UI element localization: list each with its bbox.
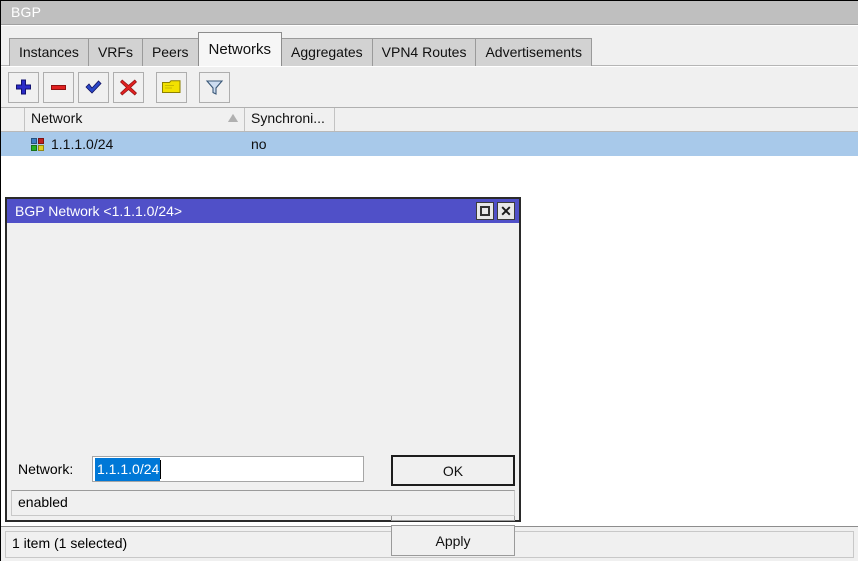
network-field-label: Network: [18,461,73,477]
plus-icon [14,78,33,97]
cell-synchronize: no [245,132,335,156]
cell-network: 1.1.1.0/24 [25,132,245,156]
tab-label: Networks [209,41,272,58]
dialog-titlebar[interactable]: BGP Network <1.1.1.0/24> ✕ [7,199,519,223]
check-icon [84,78,103,97]
tab-label: VRFs [98,44,133,60]
dialog-title: BGP Network <1.1.1.0/24> [7,203,476,219]
remove-button[interactable] [43,72,74,103]
row-gutter [1,132,25,156]
button-label: OK [443,463,463,479]
restore-button[interactable] [476,202,494,220]
dialog-body: Network: 1.1.1.0/24 Synchronize OKCancel… [7,223,519,496]
tab-peers[interactable]: Peers [142,38,199,66]
apply-button[interactable]: Apply [391,525,515,556]
column-header-synchronize-label: Synchroni... [251,110,325,126]
dialog-status-bar: enabled [11,490,515,516]
tab-advertisements[interactable]: Advertisements [475,38,591,66]
tab-networks[interactable]: Networks [198,32,283,66]
window-titlebar: BGP [1,1,858,25]
button-label: Apply [435,533,470,549]
tab-label: Aggregates [291,44,363,60]
column-header-network[interactable]: Network [25,108,245,131]
funnel-icon [205,78,224,97]
table-header-row: Network Synchroni... [1,108,858,132]
network-input-value: 1.1.1.0/24 [95,458,160,481]
add-button[interactable] [8,72,39,103]
cell-network-text: 1.1.1.0/24 [51,132,113,156]
restore-icon [480,206,490,216]
column-header-filler [335,108,858,131]
disable-button[interactable] [113,72,144,103]
network-icon [31,138,44,151]
toolbar [1,67,858,108]
tab-label: Instances [19,44,79,60]
tab-vpn4-routes[interactable]: VPN4 Routes [372,38,477,66]
close-icon: ✕ [500,204,512,218]
tab-label: Advertisements [485,44,581,60]
bgp-window: BGP Instances VRFs Peers Networks Aggregates… [0,0,858,561]
sort-ascending-icon [228,114,238,122]
minus-icon [49,78,68,97]
table-header-gutter [1,108,25,131]
cell-filler [335,132,858,156]
column-header-synchronize[interactable]: Synchroni... [245,108,335,131]
bgp-network-dialog: BGP Network <1.1.1.0/24> ✕ Network: 1.1.… [5,197,521,522]
close-button[interactable]: ✕ [497,202,515,220]
table-row[interactable]: 1.1.1.0/24 no [1,132,858,156]
cross-icon [119,78,138,97]
tab-vrfs[interactable]: VRFs [88,38,143,66]
note-icon [161,78,182,97]
tab-strip: Instances VRFs Peers Networks Aggregates VPN4… [1,26,858,66]
enable-button[interactable] [78,72,109,103]
cell-synchronize-text: no [251,132,267,156]
tab-aggregates[interactable]: Aggregates [281,38,373,66]
table-body: 1.1.1.0/24 no [1,132,858,156]
text-caret [160,460,161,479]
tab-label: Peers [152,44,189,60]
tab-instances[interactable]: Instances [9,38,89,66]
ok-button[interactable]: OK [391,455,515,486]
column-header-network-label: Network [31,110,82,126]
filter-button[interactable] [199,72,230,103]
comment-button[interactable] [156,72,187,103]
network-input[interactable]: 1.1.1.0/24 [92,456,364,482]
tab-label: VPN4 Routes [382,44,467,60]
window-title: BGP [11,4,41,20]
